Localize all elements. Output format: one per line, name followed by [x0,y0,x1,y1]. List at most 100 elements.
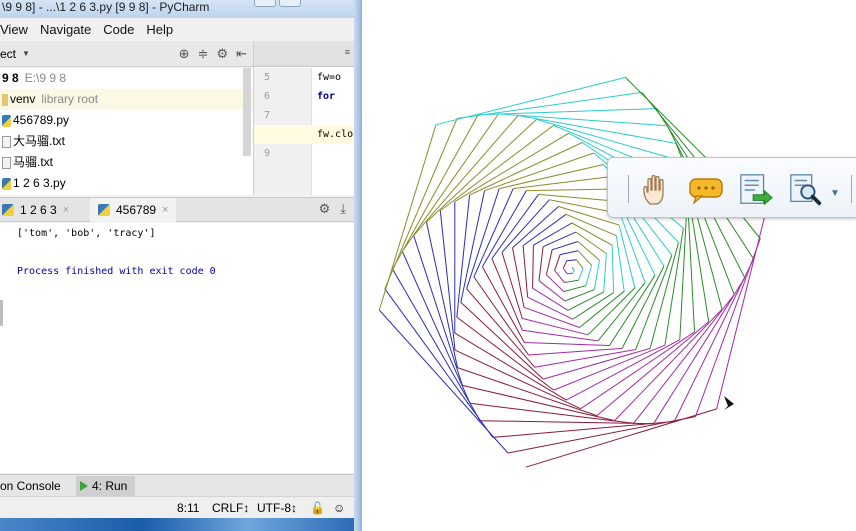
python-file-icon [2,204,14,216]
spiral-segment [559,250,579,256]
spiral-segment [587,287,636,336]
project-panel-header: ect ▼ ⊕ ≑ ⚙ ⇤ [0,41,253,67]
run-tab-label: 4: Run [92,479,128,493]
maximize-button[interactable] [279,0,301,7]
tab-list-icon[interactable]: ≡ [345,47,350,57]
chevron-down-icon[interactable]: ▼ [830,188,840,199]
spiral-segment [562,260,568,269]
run-tabs: 1 2 6 3 × 456789 × ⚙ ⤓ [0,197,354,222]
search-document-button[interactable] [788,172,824,208]
spiral-segment [501,199,550,253]
console-scrollbar[interactable] [0,300,3,326]
menu-view[interactable]: View [0,22,28,37]
python-file-icon [98,204,110,216]
lock-icon[interactable]: 🔓 [310,501,325,515]
spiral-segment [597,282,646,342]
export-document-button[interactable] [738,172,774,208]
tree-item-root[interactable]: 9 8 E:\9 9 8 [0,68,253,89]
text-file-icon [2,135,11,148]
python-file-icon [2,177,11,190]
code-lines: fw=o for fw.clo [317,68,354,163]
floating-toolbar: ▼ [607,157,856,218]
spiral-segment [565,213,617,237]
hide-panel-icon[interactable]: ⤓ [340,201,346,217]
spiral-segment [577,250,592,266]
spiral-segment [564,279,579,283]
spiral-segment [577,268,584,281]
run-console[interactable]: ['tom', 'bob', 'tracy'] Process finished… [0,223,354,473]
menu-help[interactable]: Help [146,22,173,37]
spiral-segment [615,235,625,292]
spiral-segment [611,245,615,293]
collapse-icon[interactable]: ≑ [198,46,209,62]
text-file-icon [2,156,11,169]
spiral-segment [532,245,534,289]
spiral-segment [460,301,544,380]
python-file-icon [2,114,11,127]
gear-icon[interactable]: ⚙ [319,201,331,217]
caret-position[interactable]: 8:11 [177,501,199,515]
pycharm-window: \9 9 8] - ...\1 2 6 3.py [9 9 8] - PyCha… [0,0,362,531]
run-tab-1263[interactable]: 1 2 6 3 × [0,198,77,222]
hand-tool-button[interactable] [638,172,674,208]
spiral-segment [554,254,561,271]
hand-icon [643,174,664,205]
status-bar: 8:11 CRLF↕ UTF-8↕ 🔓 ☺ [0,496,354,518]
spiral-segment [439,210,456,351]
spiral-segment [579,290,625,328]
console-output-line: ['tom', 'bob', 'tracy'] [17,228,156,239]
spiral-segment [462,384,615,422]
line-number: 5 [264,72,271,83]
tree-item-file[interactable]: 马骝.txt [0,152,253,173]
menu-code[interactable]: Code [103,22,134,37]
toolbar-separator [851,175,852,203]
tree-item-label: venv [10,92,36,106]
tree-item-label: 9 8 [2,71,19,85]
spiral-segment [498,113,668,127]
spiral-segment [523,306,580,328]
spiral-segment [513,176,611,190]
tree-item-file[interactable]: 456789.py [0,110,253,131]
spiral-segment [572,267,575,271]
tree-item-venv[interactable]: venv library root [0,89,253,110]
comment-button[interactable] [688,172,724,208]
inspector-icon[interactable]: ☺ [333,501,345,515]
line-separator[interactable]: CRLF↕ [212,501,249,515]
spiral-segment [492,421,675,438]
chevron-down-icon[interactable]: ▼ [22,49,30,58]
document-export-icon [740,174,773,206]
run-tab-456789[interactable]: 456789 × [90,198,177,222]
spiral-segment [512,206,559,249]
python-console-tab[interactable]: on Console [0,476,61,496]
project-toolbar: ⊕ ≑ ⚙ ⇤ [179,46,247,62]
hide-panel-icon[interactable]: ⇤ [236,46,247,62]
tree-scrollbar[interactable] [243,68,251,156]
file-encoding[interactable]: UTF-8↕ [257,501,297,515]
spiral-segment [566,259,577,262]
project-view-selector[interactable]: ect [0,47,16,61]
minimize-button[interactable] [254,0,276,7]
spiral-segment [649,242,679,349]
code-line: for [317,91,336,102]
run-tool-tab[interactable]: 4: Run [76,476,136,496]
tree-item-label: 1 2 6 3.py [13,176,66,190]
tree-item-path: E:\9 9 8 [24,71,67,85]
spiral-segment [491,194,539,259]
close-icon[interactable]: × [63,198,69,222]
menu-navigate[interactable]: Navigate [40,22,91,37]
tree-item-file[interactable]: 大马骝.txt [0,131,253,152]
tree-item-file[interactable]: 1 2 6 3.py [0,173,253,194]
run-tab-label: 1 2 6 3 [20,203,57,217]
line-number: 6 [264,91,271,102]
spiral-segment [571,269,575,274]
locate-icon[interactable]: ⊕ [179,46,190,62]
gear-icon[interactable]: ⚙ [216,46,228,62]
spiral-segment [716,216,766,410]
spiral-segment [456,194,471,318]
spiral-segment [563,285,586,293]
spiral-segment [551,241,579,251]
spiral-segment [562,267,568,275]
close-icon[interactable]: × [162,198,168,222]
